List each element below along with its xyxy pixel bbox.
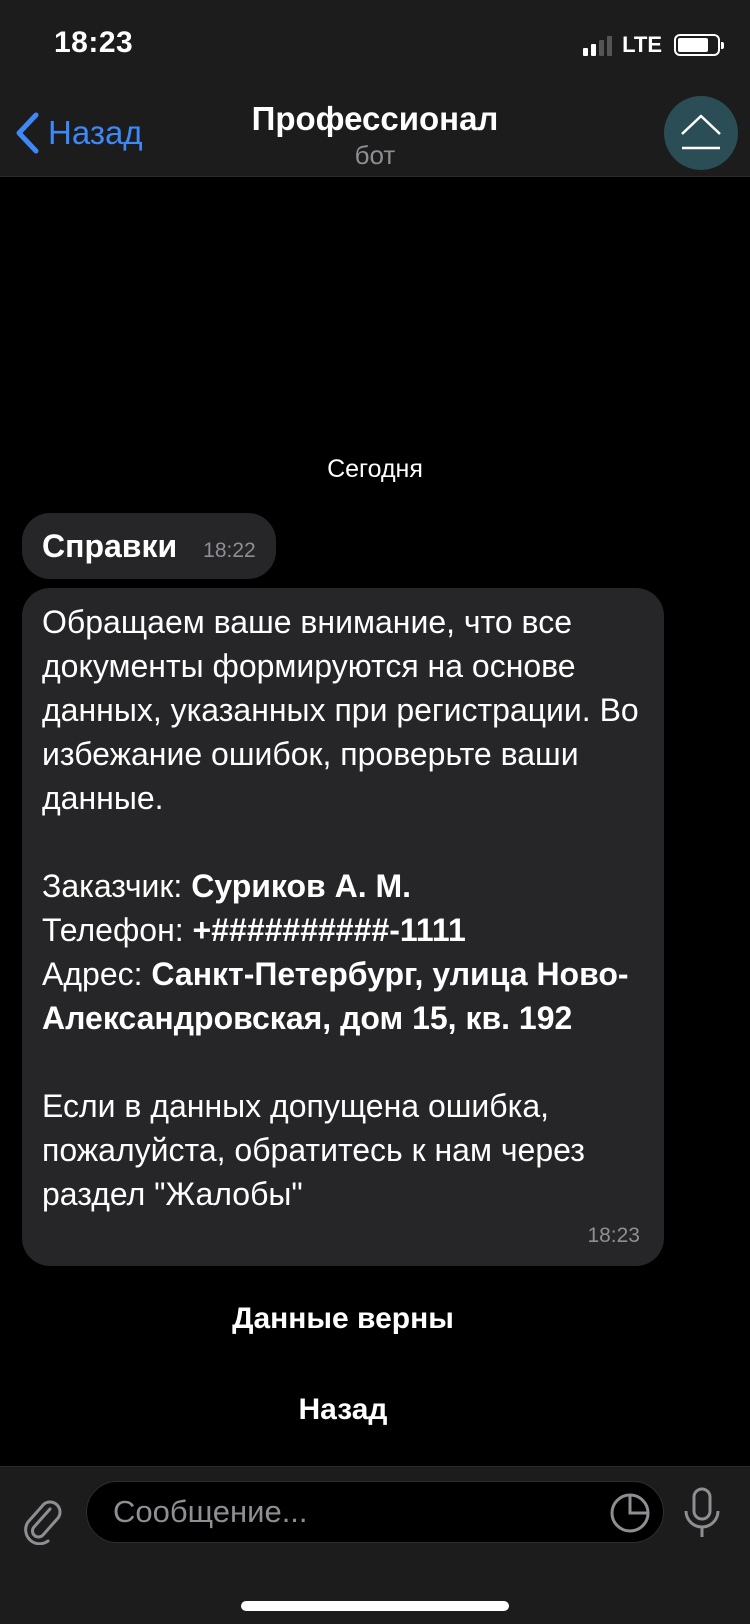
customer-line: Заказчик: Суриков А. М.	[42, 864, 644, 908]
network-label: LTE	[622, 32, 662, 57]
message-text: Справки	[42, 527, 178, 564]
message-input[interactable]	[111, 1482, 581, 1542]
phone-line: Телефон: +##########-1111	[42, 908, 644, 952]
date-separator: Сегодня	[327, 455, 423, 483]
customer-value: Суриков А. М.	[191, 868, 412, 904]
data-correct-button[interactable]: Данные верны	[0, 1302, 686, 1336]
message-time: 18:22	[203, 539, 256, 562]
chat-subtitle: бот	[354, 140, 396, 170]
customer-label: Заказчик:	[42, 868, 192, 904]
phone-value: +##########-1111	[192, 912, 466, 948]
chat-title: Профессионал	[251, 100, 499, 137]
phone-label: Телефон:	[42, 912, 193, 948]
signal-icon	[583, 34, 613, 56]
status-bar: 18:23 LTE	[0, 0, 750, 90]
paperclip-icon[interactable]	[18, 1491, 66, 1549]
message-outro: Если в данных допущена ошибка, пожалуйст…	[42, 1088, 585, 1212]
address-label: Адрес:	[42, 956, 152, 992]
home-indicator	[241, 1601, 509, 1611]
message-bubble: Обращаем ваше внимание, что все документ…	[22, 588, 664, 1266]
status-indicators: LTE	[583, 32, 724, 58]
back-keyboard-button[interactable]: Назад	[0, 1393, 686, 1427]
status-time: 18:23	[54, 26, 134, 59]
address-line: Адрес: Санкт-Петербург, улица Ново-Алекс…	[42, 952, 644, 1040]
message-bubble: Справки 18:22	[22, 513, 276, 579]
message-intro: Обращаем ваше внимание, что все документ…	[42, 604, 639, 816]
sticker-icon[interactable]	[609, 1492, 651, 1534]
battery-icon	[674, 34, 724, 56]
bot-avatar-icon[interactable]	[664, 96, 738, 170]
message-time: 18:23	[587, 1224, 640, 1247]
input-bar	[0, 1466, 750, 1624]
microphone-icon[interactable]	[680, 1485, 724, 1545]
nav-bar: Назад Профессионал бот	[0, 90, 750, 177]
message-field[interactable]	[86, 1481, 664, 1543]
